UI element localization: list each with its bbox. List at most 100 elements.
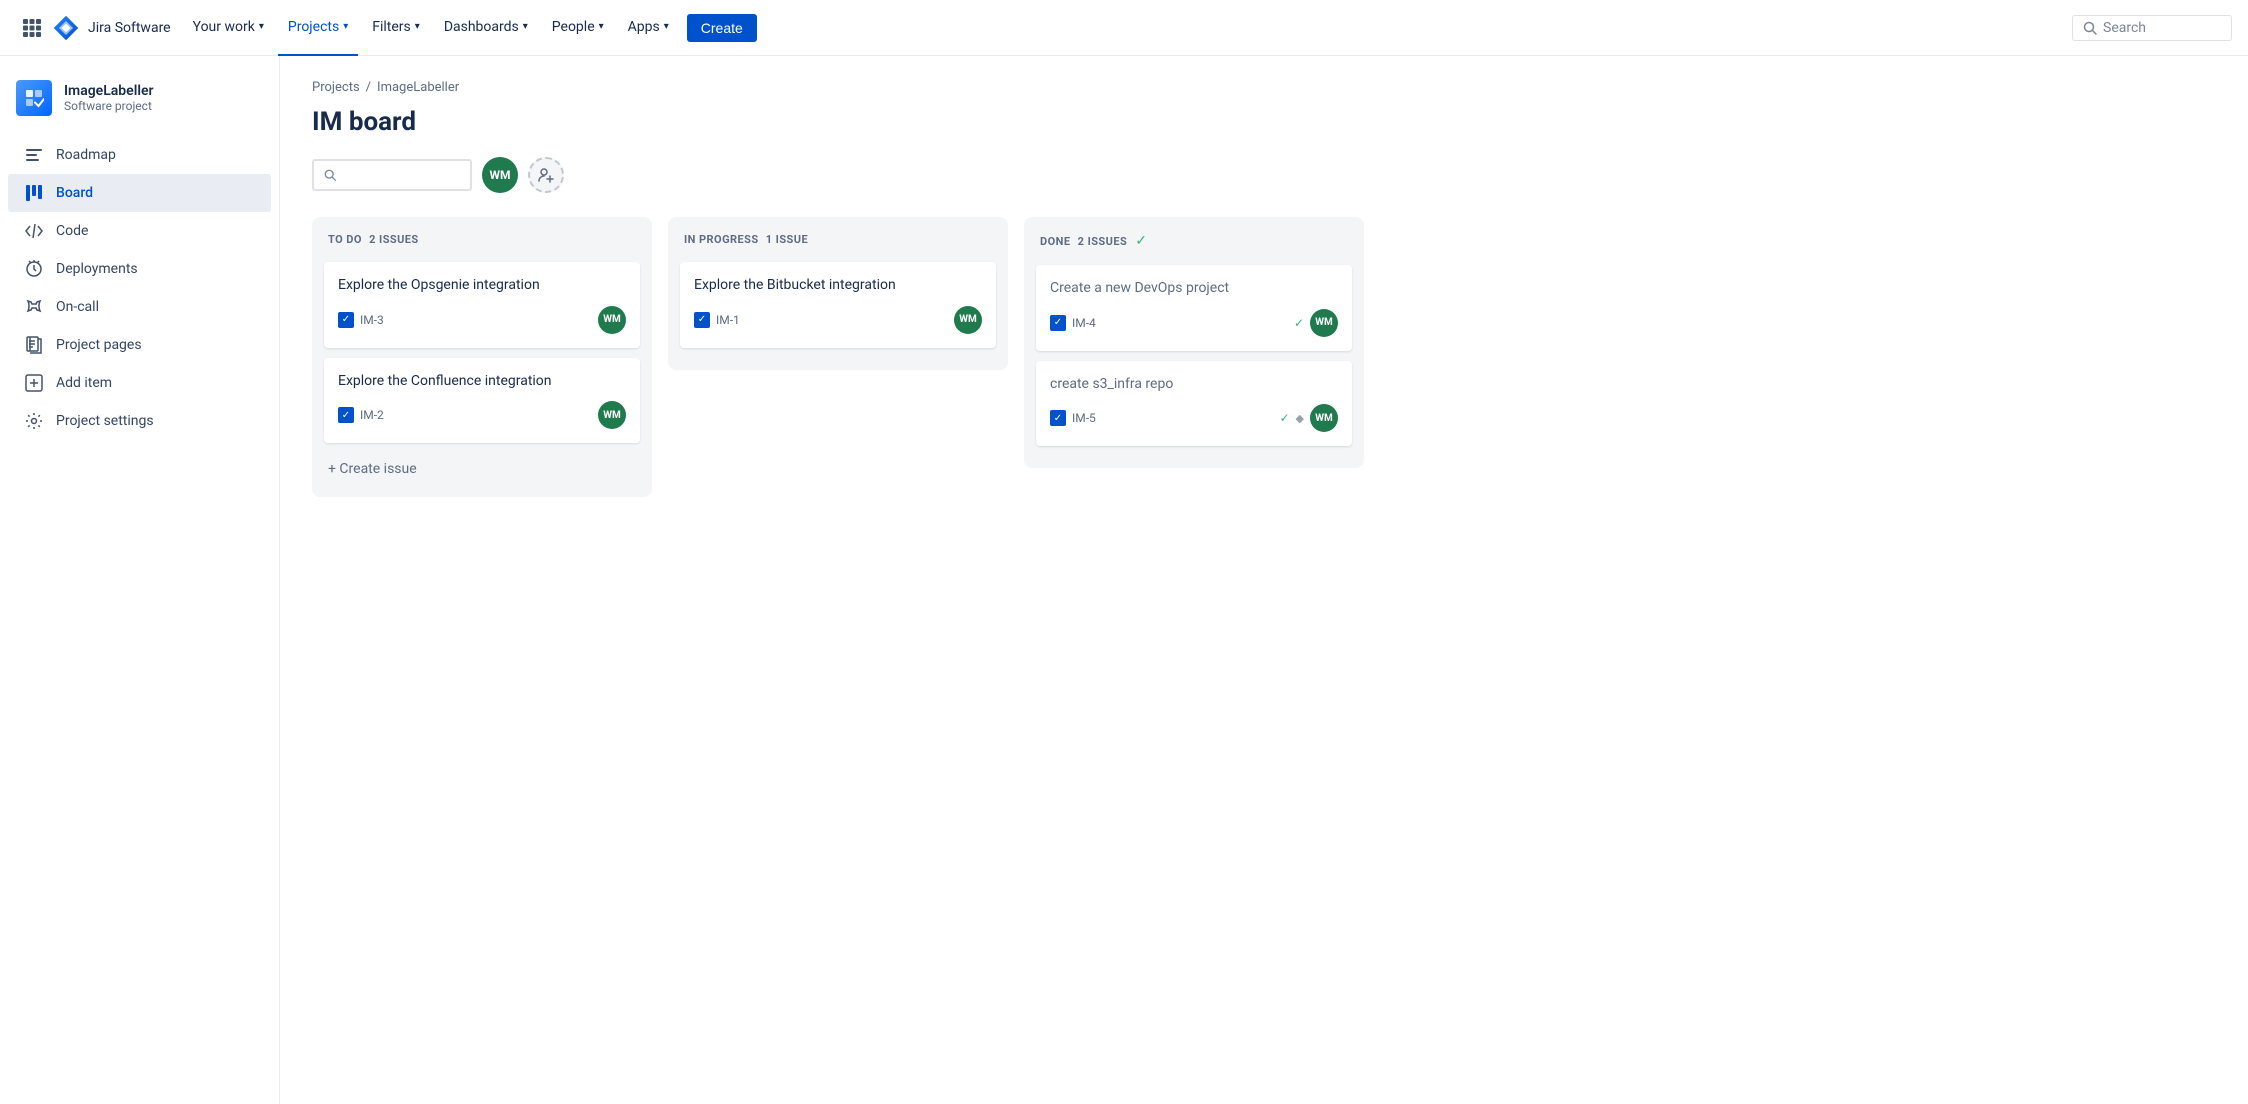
- nav-people[interactable]: People ▾: [542, 0, 614, 56]
- card-im4[interactable]: Create a new DevOps project ✓ IM-4 ✓ WM: [1036, 265, 1352, 351]
- card-type-icon: ✓: [694, 312, 710, 328]
- column-done: DONE 2 ISSUES ✓ Create a new DevOps proj…: [1024, 217, 1364, 468]
- card-avatar: WM: [598, 306, 626, 334]
- card-id-row: ✓ IM-1: [694, 312, 740, 328]
- column-title-todo: TO DO 2 ISSUES: [328, 233, 419, 246]
- done-check-icon: ✓: [1135, 233, 1147, 249]
- search-placeholder: Search: [2103, 20, 2146, 36]
- card-title: Explore the Bitbucket integration: [694, 276, 982, 296]
- card-id: IM-3: [360, 313, 384, 327]
- add-item-icon: [24, 374, 44, 392]
- card-avatar: WM: [1310, 309, 1338, 337]
- column-title-done: DONE 2 ISSUES: [1040, 235, 1127, 248]
- sidebar-item-code[interactable]: Code: [8, 212, 271, 250]
- code-icon: [24, 222, 44, 240]
- card-id-row: ✓ IM-5: [1050, 410, 1096, 426]
- settings-icon: [24, 412, 44, 430]
- project-type: Software project: [64, 99, 154, 113]
- chevron-down-icon: ▾: [415, 21, 420, 32]
- oncall-icon: [24, 298, 44, 316]
- sidebar-item-roadmap[interactable]: Roadmap: [8, 136, 271, 174]
- story-points-icon: ◆: [1296, 412, 1304, 425]
- create-issue-button[interactable]: + Create issue: [324, 453, 640, 485]
- card-footer: ✓ IM-3 WM: [338, 306, 626, 334]
- create-button[interactable]: Create: [687, 14, 757, 42]
- card-footer: ✓ IM-4 ✓ WM: [1050, 309, 1338, 337]
- board-search[interactable]: [312, 159, 472, 191]
- column-header-todo: TO DO 2 ISSUES: [324, 229, 640, 250]
- breadcrumb-separator: /: [366, 80, 371, 95]
- card-im5[interactable]: create s3_infra repo ✓ IM-5 ✓ ◆ WM: [1036, 361, 1352, 447]
- chevron-down-icon: ▾: [343, 21, 348, 32]
- project-avatar: [16, 80, 52, 116]
- board-columns: TO DO 2 ISSUES Explore the Opsgenie inte…: [312, 217, 2216, 717]
- chevron-down-icon: ▾: [664, 21, 669, 32]
- card-id-row: ✓ IM-2: [338, 407, 384, 423]
- sidebar-item-add-item[interactable]: Add item: [8, 364, 271, 402]
- card-avatar: WM: [1310, 404, 1338, 432]
- top-navigation: Jira Software Your work ▾ Projects ▾ Fil…: [0, 0, 2248, 56]
- column-header-done: DONE 2 ISSUES ✓: [1036, 229, 1352, 253]
- sidebar-item-deployments[interactable]: Deployments: [8, 250, 271, 288]
- sidebar-item-project-pages[interactable]: Project pages: [8, 326, 271, 364]
- project-header: ImageLabeller Software project: [0, 80, 279, 136]
- grid-menu-icon[interactable]: [16, 12, 48, 44]
- card-footer: ✓ IM-2 WM: [338, 401, 626, 429]
- card-title: Explore the Confluence integration: [338, 372, 626, 392]
- jira-logo-text: Jira Software: [88, 20, 171, 36]
- card-avatar: WM: [954, 306, 982, 334]
- card-im2[interactable]: Explore the Confluence integration ✓ IM-…: [324, 358, 640, 444]
- column-header-inprogress: IN PROGRESS 1 ISSUE: [680, 229, 996, 250]
- sidebar-item-board[interactable]: Board: [8, 174, 271, 212]
- card-type-icon: ✓: [1050, 315, 1066, 331]
- card-type-icon: ✓: [338, 407, 354, 423]
- card-im3[interactable]: Explore the Opsgenie integration ✓ IM-3 …: [324, 262, 640, 348]
- nav-dashboards[interactable]: Dashboards ▾: [434, 0, 538, 56]
- project-info: ImageLabeller Software project: [64, 83, 154, 113]
- card-type-icon: ✓: [1050, 410, 1066, 426]
- roadmap-icon: [24, 146, 44, 164]
- card-id: IM-1: [716, 313, 740, 327]
- jira-logo[interactable]: Jira Software: [52, 14, 171, 42]
- done-checkmark-icon: ✓: [1279, 411, 1289, 425]
- deployments-icon: [24, 260, 44, 278]
- main-content: Projects / ImageLabeller IM board WM: [280, 56, 2248, 1104]
- board-icon: [24, 184, 44, 202]
- add-people-button[interactable]: [528, 157, 564, 193]
- breadcrumb-projects-link[interactable]: Projects: [312, 80, 360, 95]
- sidebar-item-project-settings[interactable]: Project settings: [8, 402, 271, 440]
- breadcrumb-project-link[interactable]: ImageLabeller: [377, 80, 459, 95]
- card-im1[interactable]: Explore the Bitbucket integration ✓ IM-1…: [680, 262, 996, 348]
- column-title-inprogress: IN PROGRESS 1 ISSUE: [684, 233, 808, 246]
- card-id-row: ✓ IM-3: [338, 312, 384, 328]
- column-todo: TO DO 2 ISSUES Explore the Opsgenie inte…: [312, 217, 652, 497]
- card-id-row: ✓ IM-4: [1050, 315, 1096, 331]
- card-title: Create a new DevOps project: [1050, 279, 1338, 299]
- done-checkmark-icon: ✓: [1294, 316, 1304, 330]
- card-id: IM-2: [360, 408, 384, 422]
- project-name: ImageLabeller: [64, 83, 154, 99]
- card-title: Explore the Opsgenie integration: [338, 276, 626, 296]
- card-id: IM-5: [1072, 411, 1096, 425]
- card-footer: ✓ IM-5 ✓ ◆ WM: [1050, 404, 1338, 432]
- breadcrumb: Projects / ImageLabeller: [312, 80, 2216, 95]
- page-title: IM board: [312, 107, 2216, 137]
- search-icon: [2083, 21, 2097, 35]
- nav-apps[interactable]: Apps ▾: [618, 0, 679, 56]
- nav-your-work[interactable]: Your work ▾: [183, 0, 274, 56]
- board-filters: WM: [312, 157, 2216, 193]
- app-layout: ImageLabeller Software project Roadmap: [0, 56, 2248, 1104]
- nav-filters[interactable]: Filters ▾: [362, 0, 430, 56]
- card-title: create s3_infra repo: [1050, 375, 1338, 395]
- board-search-input[interactable]: [342, 167, 460, 183]
- sidebar-item-oncall[interactable]: On-call: [8, 288, 271, 326]
- nav-projects[interactable]: Projects ▾: [278, 0, 358, 56]
- chevron-down-icon: ▾: [259, 21, 264, 32]
- user-avatar-wm[interactable]: WM: [482, 157, 518, 193]
- global-search[interactable]: Search: [2072, 15, 2232, 41]
- chevron-down-icon: ▾: [599, 21, 604, 32]
- chevron-down-icon: ▾: [523, 21, 528, 32]
- column-inprogress: IN PROGRESS 1 ISSUE Explore the Bitbucke…: [668, 217, 1008, 370]
- search-icon: [324, 168, 336, 182]
- sidebar: ImageLabeller Software project Roadmap: [0, 56, 280, 1104]
